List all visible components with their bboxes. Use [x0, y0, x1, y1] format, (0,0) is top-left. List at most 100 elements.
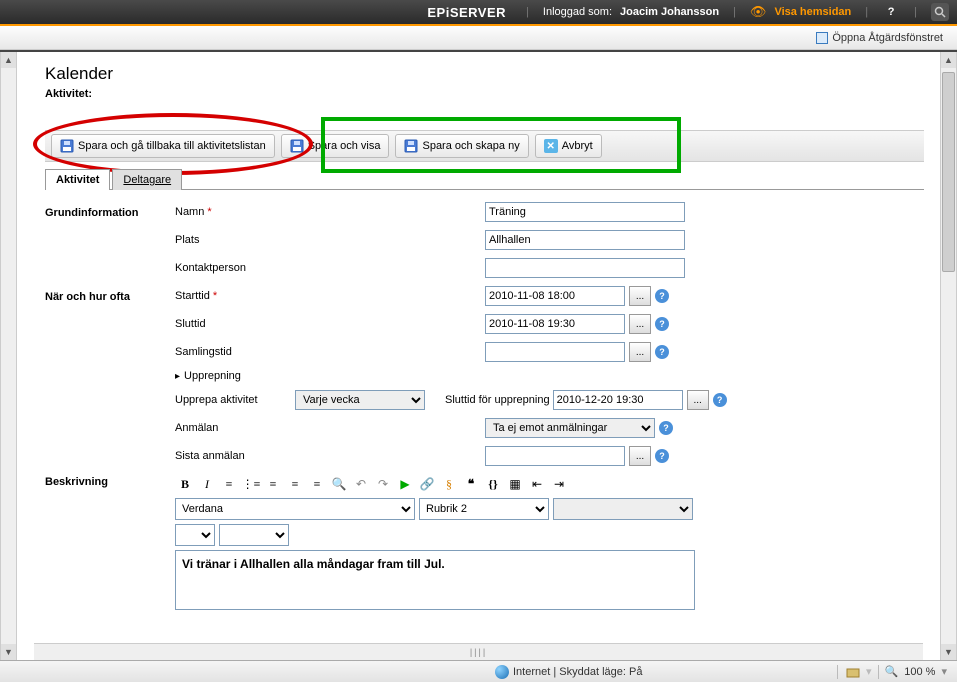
align-center-button[interactable]: ≡ — [285, 474, 305, 494]
scroll-up-icon[interactable]: ▲ — [1, 52, 16, 68]
help-icon[interactable]: ? — [655, 317, 669, 331]
top-bar: EPiSERVER | Inloggad som: Joacim Johanss… — [0, 0, 957, 26]
logged-in-user: Joacim Johansson — [620, 6, 719, 18]
repeat-end-field[interactable] — [553, 390, 683, 410]
scroll-down-icon[interactable]: ▼ — [1, 644, 16, 660]
code-button[interactable]: {} — [483, 474, 503, 494]
contact-field[interactable] — [485, 258, 685, 278]
extra-select[interactable] — [553, 498, 693, 520]
scroll-thumb[interactable] — [942, 72, 955, 272]
help-icon[interactable]: ? — [659, 421, 673, 435]
zoom-icon[interactable]: 🔍 — [885, 665, 899, 678]
globe-icon — [495, 665, 509, 679]
bold-button[interactable]: B — [175, 474, 195, 494]
open-action-window-link[interactable]: Öppna Åtgärdsfönstret — [832, 32, 943, 44]
end-field[interactable] — [485, 314, 625, 334]
save-and-new-button[interactable]: Spara och skapa ny — [395, 134, 528, 158]
gather-field[interactable] — [485, 342, 625, 362]
indent-button[interactable]: ⇥ — [549, 474, 569, 494]
section-description: Beskrivning — [45, 474, 175, 488]
zoom-level: 100 % — [904, 666, 935, 678]
rte-toolbar-3 — [175, 524, 924, 546]
save-icon — [404, 139, 418, 153]
scroll-down-icon[interactable]: ▼ — [941, 644, 956, 660]
scroll-up-icon[interactable]: ▲ — [941, 52, 956, 68]
tab-activity[interactable]: Aktivitet — [45, 169, 110, 190]
description-editor[interactable]: Vi tränar i Allhallen alla måndagar fram… — [175, 550, 695, 610]
help-icon[interactable]: ? — [655, 345, 669, 359]
scrollbar-right[interactable]: ▲ ▼ — [940, 52, 957, 660]
logo: EPiSERVER — [427, 5, 506, 20]
bullet-list-button[interactable]: ⋮≡ — [241, 474, 261, 494]
save-and-view-label: Spara och visa — [308, 140, 381, 152]
help-icon[interactable]: ? — [655, 289, 669, 303]
anchor-button[interactable]: § — [439, 474, 459, 494]
tab-participants[interactable]: Deltagare — [112, 169, 182, 190]
logged-in-label: Inloggad som: — [543, 6, 612, 18]
save-and-view-button[interactable]: Spara och visa — [281, 134, 390, 158]
italic-button[interactable]: I — [197, 474, 217, 494]
separator: | — [865, 6, 868, 18]
page-content: Kalender Aktivitet: Spara och gå tillbak… — [17, 52, 940, 660]
repeat-select[interactable]: Varje vecka — [295, 390, 425, 410]
section-when: När och hur ofta — [45, 289, 175, 303]
align-left-button[interactable]: ≡ — [263, 474, 283, 494]
scroll-grip-icon: |||| — [470, 647, 487, 657]
scrollbar-horizontal[interactable]: |||| — [34, 643, 923, 660]
search-icon[interactable] — [931, 3, 949, 21]
section-basic: Grundinformation — [45, 205, 175, 219]
signup-select[interactable]: Ta ej emot anmälningar — [485, 418, 655, 438]
form: Grundinformation Namn * Plats Kontaktper… — [45, 190, 924, 610]
page-subtitle: Aktivitet: — [45, 88, 924, 100]
label-contact: Kontaktperson — [175, 262, 325, 274]
label-end: Sluttid — [175, 318, 325, 330]
help-icon[interactable]: ? — [713, 393, 727, 407]
label-place: Plats — [175, 234, 325, 246]
cancel-label: Avbryt — [562, 140, 593, 152]
view-site-link[interactable]: Visa hemsidan — [774, 6, 851, 18]
place-field[interactable] — [485, 230, 685, 250]
quote-button[interactable]: ❝ — [461, 474, 481, 494]
style-select[interactable]: Rubrik 2 — [419, 498, 549, 520]
start-picker-button[interactable]: ... — [629, 286, 651, 306]
outdent-button[interactable]: ⇤ — [527, 474, 547, 494]
action-toolbar: Spara och gå tillbaka till aktivitetslis… — [45, 130, 924, 162]
redo-button[interactable]: ↷ — [373, 474, 393, 494]
separator: | — [733, 6, 736, 18]
window-icon — [816, 32, 828, 44]
separator: | — [914, 6, 917, 18]
save-icon — [290, 139, 304, 153]
numbered-list-button[interactable]: ≡ — [219, 474, 239, 494]
label-repeat-end: Sluttid för upprepning — [445, 394, 550, 406]
save-and-back-button[interactable]: Spara och gå tillbaka till aktivitetslis… — [51, 134, 275, 158]
font-select[interactable]: Verdana — [175, 498, 415, 520]
size-select-1[interactable] — [175, 524, 215, 546]
last-signup-picker-button[interactable]: ... — [629, 446, 651, 466]
help-button[interactable]: ? — [882, 3, 900, 21]
size-select-2[interactable] — [219, 524, 289, 546]
insert-button[interactable]: ▶ — [395, 474, 415, 494]
undo-button[interactable]: ↶ — [351, 474, 371, 494]
status-icon[interactable] — [846, 665, 860, 679]
end-picker-button[interactable]: ... — [629, 314, 651, 334]
start-field[interactable] — [485, 286, 625, 306]
zoom-dropdown[interactable]: ▾ — [941, 665, 947, 678]
repeat-end-picker-button[interactable]: ... — [687, 390, 709, 410]
table-button[interactable]: ▦ — [505, 474, 525, 494]
find-button[interactable]: 🔍 — [329, 474, 349, 494]
rte-toolbar-2: Verdana Rubrik 2 — [175, 498, 924, 520]
cancel-button[interactable]: ✕ Avbryt — [535, 134, 602, 158]
link-button[interactable]: 🔗 — [417, 474, 437, 494]
label-gather: Samlingstid — [175, 346, 325, 358]
name-field[interactable] — [485, 202, 685, 222]
label-signup: Anmälan — [175, 422, 325, 434]
last-signup-field[interactable] — [485, 446, 625, 466]
help-icon[interactable]: ? — [655, 449, 669, 463]
eye-icon: 👁 — [750, 4, 767, 20]
label-name: Namn * — [175, 206, 325, 218]
align-right-button[interactable]: ≡ — [307, 474, 327, 494]
repeat-expander[interactable]: Upprepning — [175, 370, 325, 382]
gather-picker-button[interactable]: ... — [629, 342, 651, 362]
scrollbar-left[interactable]: ▲ ▼ — [0, 52, 17, 660]
save-and-back-label: Spara och gå tillbaka till aktivitetslis… — [78, 140, 266, 152]
